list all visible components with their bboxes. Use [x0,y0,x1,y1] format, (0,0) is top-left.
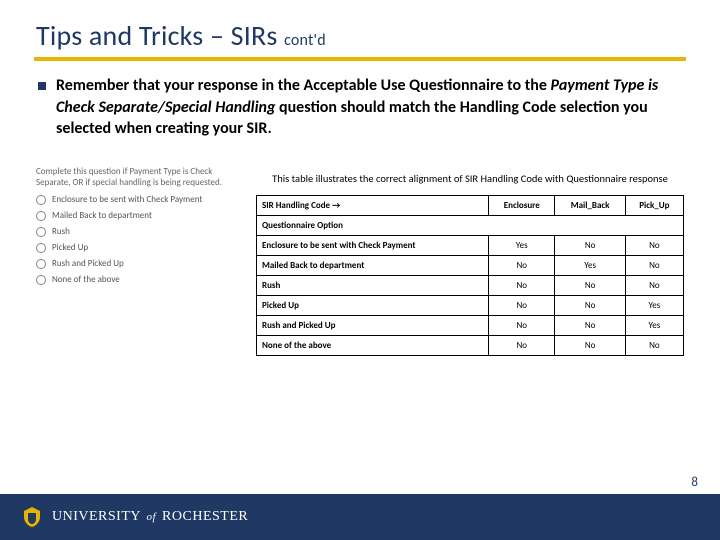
table-subheader-row: Questionnaire Option [257,215,684,235]
row-label: None of the above [257,335,489,355]
page-number: 8 [691,475,698,490]
option-label: Picked Up [52,242,88,253]
bullet-item: Remember that your response in the Accep… [36,75,684,140]
logo-word-university: UNIVERSITY [52,509,140,524]
row-label: Rush [257,275,489,295]
bullet-icon [38,82,46,90]
radio-icon [36,275,46,285]
cell: Yes [625,295,683,315]
cell: No [625,275,683,295]
cell: No [555,295,625,315]
cell: No [555,335,625,355]
option-label: Enclosure to be sent with Check Payment [52,194,202,205]
radio-icon [36,211,46,221]
table-row: Mailed Back to department No Yes No [257,255,684,275]
logo-word-rochester: ROCHESTER [162,509,248,524]
table-row: Rush No No No [257,275,684,295]
option-row: None of the above [36,274,244,285]
radio-icon [36,243,46,253]
cell: No [489,335,555,355]
table-header-row: SIR Handling Code → Enclosure Mail_Back … [257,195,684,215]
cell: No [489,315,555,335]
cell: No [489,255,555,275]
table-row: None of the above No No No [257,335,684,355]
cell: No [489,275,555,295]
option-row: Picked Up [36,242,244,253]
table-caption: This table illustrates the correct align… [256,172,684,185]
footer-bar: UNIVERSITY of ROCHESTER [0,494,720,540]
cell: No [555,275,625,295]
col-header: Enclosure [489,195,555,215]
col-header: Pick_Up [625,195,683,215]
cell: No [625,255,683,275]
cell: Yes [555,255,625,275]
option-row: Rush [36,226,244,237]
option-row: Enclosure to be sent with Check Payment [36,194,244,205]
title-main: Tips and Tricks – SIRs [36,18,278,53]
row-label: Mailed Back to department [257,255,489,275]
option-row: Mailed Back to department [36,210,244,221]
table-row: Enclosure to be sent with Check Payment … [257,235,684,255]
option-row: Rush and Picked Up [36,258,244,269]
header-label: SIR Handling Code → [257,195,489,215]
radio-icon [36,227,46,237]
cell: No [555,235,625,255]
page-title: Tips and Tricks – SIRs cont'd [36,18,684,53]
option-label: Mailed Back to department [52,210,152,221]
row-label: Rush and Picked Up [257,315,489,335]
handling-code-table: SIR Handling Code → Enclosure Mail_Back … [256,195,684,356]
logo-text: UNIVERSITY of ROCHESTER [52,509,248,525]
option-label: Rush and Picked Up [52,258,124,269]
logo-word-of: of [146,511,156,523]
cell: No [625,335,683,355]
title-suffix: cont'd [284,31,326,50]
university-logo: UNIVERSITY of ROCHESTER [20,505,248,529]
option-label: None of the above [52,274,120,285]
crest-icon [20,505,44,529]
radio-icon [36,195,46,205]
bullet-text: Remember that your response in the Accep… [56,75,684,140]
options-header: Complete this question if Payment Type i… [36,166,244,189]
accent-rule [34,57,686,61]
row-label: Enclosure to be sent with Check Payment [257,235,489,255]
cell: No [555,315,625,335]
bullet-pre: Remember that your response in the Accep… [56,76,551,95]
option-label: Rush [52,226,70,237]
row-label: Picked Up [257,295,489,315]
radio-icon [36,259,46,269]
table-row: Rush and Picked Up No No Yes [257,315,684,335]
col-header: Mail_Back [555,195,625,215]
sub-header: Questionnaire Option [257,215,684,235]
cell: No [489,295,555,315]
table-row: Picked Up No No Yes [257,295,684,315]
cell: No [625,235,683,255]
questionnaire-options: Complete this question if Payment Type i… [36,166,256,291]
cell: Yes [489,235,555,255]
cell: Yes [625,315,683,335]
